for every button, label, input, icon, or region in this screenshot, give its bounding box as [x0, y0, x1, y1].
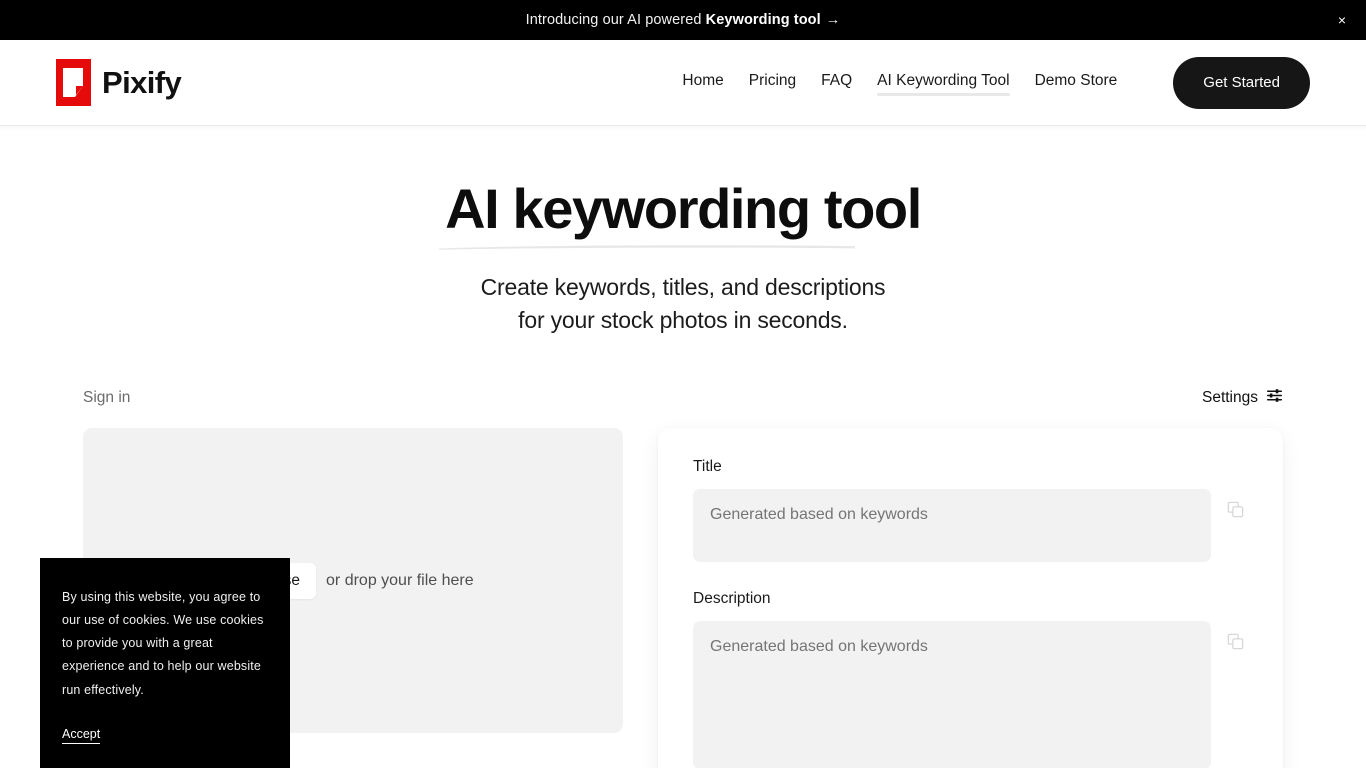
copy-icon — [1227, 633, 1244, 653]
main-nav: Home Pricing FAQ AI Keywording Tool Demo… — [682, 57, 1310, 109]
hero-subtitle-line-1: Create keywords, titles, and description… — [0, 271, 1366, 304]
sign-in-button[interactable]: Sign in — [83, 389, 130, 407]
hero-subtitle-line-2: for your stock photos in seconds. — [0, 304, 1366, 337]
copy-description-button[interactable] — [1223, 629, 1248, 657]
nav-item-demo-store[interactable]: Demo Store — [1035, 72, 1118, 94]
announcement-prefix: Introducing our AI powered — [526, 12, 706, 28]
copy-title-button[interactable] — [1223, 497, 1248, 525]
cookie-accept-button[interactable]: Accept — [62, 727, 100, 744]
announcement-message[interactable]: Introducing our AI powered Keywording to… — [526, 12, 841, 28]
announcement-bar: Introducing our AI powered Keywording to… — [0, 0, 1366, 40]
description-input[interactable] — [693, 621, 1211, 768]
logo[interactable]: Pixify — [56, 59, 181, 106]
hero-section: AI keywording tool Create keywords, titl… — [0, 126, 1366, 337]
description-field-block: Description — [693, 590, 1248, 768]
hero-subtitle: Create keywords, titles, and description… — [0, 271, 1366, 338]
title-underline-stroke — [437, 243, 857, 250]
copy-icon — [1227, 501, 1244, 521]
tool-toolbar: Sign in Settings — [83, 385, 1283, 411]
description-field-row — [693, 621, 1248, 768]
settings-button[interactable]: Settings — [1202, 387, 1283, 409]
get-started-button[interactable]: Get Started — [1173, 57, 1310, 109]
dropzone-hint: or drop your file here — [326, 572, 474, 590]
settings-label: Settings — [1202, 389, 1258, 407]
nav-item-home[interactable]: Home — [682, 72, 723, 94]
pixify-page-mark-icon — [56, 59, 91, 106]
hero-title-wrap: AI keywording tool — [445, 178, 921, 240]
title-field-block: Title — [693, 458, 1248, 562]
brand-name: Pixify — [102, 67, 181, 98]
description-field-label: Description — [693, 590, 1248, 608]
title-field-row — [693, 489, 1248, 562]
title-input[interactable] — [693, 489, 1211, 562]
page-title: AI keywording tool — [445, 178, 921, 240]
site-header: Pixify Home Pricing FAQ AI Keywording To… — [0, 40, 1366, 126]
cookie-message: By using this website, you agree to our … — [62, 586, 268, 702]
nav-item-ai-keywording-tool[interactable]: AI Keywording Tool — [877, 72, 1009, 94]
arrow-right-icon: → — [826, 12, 841, 28]
nav-item-faq[interactable]: FAQ — [821, 72, 852, 94]
sliders-icon — [1266, 387, 1283, 409]
nav-item-pricing[interactable]: Pricing — [749, 72, 796, 94]
cookie-consent-banner: By using this website, you agree to our … — [40, 558, 290, 768]
announcement-highlight: Keywording tool — [706, 12, 821, 28]
title-field-label: Title — [693, 458, 1248, 476]
results-panel: Title Description — [658, 428, 1283, 768]
close-icon[interactable]: × — [1332, 10, 1352, 30]
